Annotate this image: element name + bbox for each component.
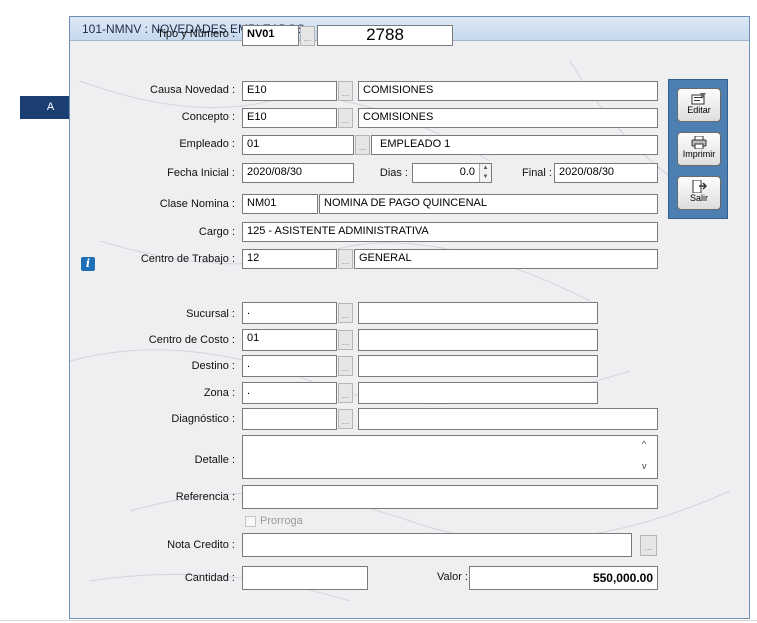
concepto-lookup-button[interactable]: ...	[338, 108, 353, 128]
cargo-field[interactable]: 125 - ASISTENTE ADMINISTRATIVA	[242, 222, 658, 242]
dias-value: 0.0	[459, 166, 475, 178]
zona-desc-field	[358, 382, 598, 404]
imprimir-button[interactable]: Imprimir	[677, 132, 721, 166]
destino-desc-field	[358, 355, 598, 377]
centro-costo-codigo-field[interactable]: 01	[242, 329, 337, 351]
imprimir-label: Imprimir	[682, 149, 716, 159]
tipo-numero-label: Tipo y Número :	[157, 28, 235, 40]
salir-button[interactable]: Salir	[677, 176, 721, 210]
concepto-label: Concepto :	[181, 111, 235, 123]
edit-icon	[691, 93, 706, 105]
centro-costo-desc-field	[358, 329, 598, 351]
destino-lookup-button[interactable]: ...	[338, 356, 353, 376]
detalle-textarea[interactable]	[242, 435, 658, 479]
sucursal-codigo-field[interactable]: .	[242, 302, 337, 324]
scroll-up-icon[interactable]: ^	[642, 439, 646, 449]
causa-novedad-label: Causa Novedad :	[150, 84, 235, 96]
empleado-label: Empleado :	[179, 138, 235, 150]
empleado-lookup-button[interactable]: ...	[355, 135, 370, 155]
diagnostico-label: Diagnóstico :	[171, 413, 235, 425]
zona-lookup-button[interactable]: ...	[338, 383, 353, 403]
editar-button[interactable]: Editar	[677, 88, 721, 122]
valor-label: Valor :	[437, 571, 468, 583]
empleado-desc-field: EMPLEADO 1	[371, 135, 658, 155]
spin-up-icon[interactable]: ▲	[480, 164, 491, 173]
exit-door-icon	[692, 180, 707, 193]
clase-codigo-field[interactable]: NM01	[242, 194, 318, 214]
tipo-lookup-button[interactable]: ...	[300, 26, 315, 46]
callout-a-label: A	[46, 101, 55, 113]
concepto-codigo-field[interactable]: E10	[242, 108, 337, 128]
cantidad-label: Cantidad :	[184, 572, 235, 584]
sucursal-label: Sucursal :	[186, 308, 235, 320]
zona-label: Zona :	[203, 387, 235, 399]
centro-costo-label: Centro de Costo :	[148, 334, 235, 346]
cargo-label: Cargo :	[198, 226, 235, 238]
nota-credito-field[interactable]	[242, 533, 632, 557]
tipo-field[interactable]: NV01	[242, 25, 299, 46]
novedades-window: 101-NMNV : NOVEDADES EMPLEADOS Tipo y Nú…	[69, 16, 750, 619]
printer-icon	[691, 136, 707, 149]
bottom-divider	[0, 620, 757, 621]
prorroga-checkbox[interactable]	[245, 516, 256, 527]
salir-label: Salir	[689, 193, 708, 203]
zona-codigo-field[interactable]: .	[242, 382, 337, 404]
dias-field[interactable]: 0.0 ▲ ▼	[412, 163, 492, 183]
editar-label: Editar	[687, 105, 711, 115]
diagnostico-desc-field	[358, 408, 658, 430]
referencia-label: Referencia :	[175, 491, 235, 503]
spin-down-icon[interactable]: ▼	[480, 173, 491, 182]
numero-field[interactable]: 2788	[317, 25, 453, 46]
centro-trabajo-lookup-button[interactable]: ...	[338, 249, 353, 269]
dias-spinner[interactable]: ▲ ▼	[479, 164, 491, 182]
centro-costo-lookup-button[interactable]: ...	[338, 330, 353, 350]
causa-codigo-field[interactable]: E10	[242, 81, 337, 101]
centro-trabajo-desc-field: GENERAL	[354, 249, 658, 269]
sucursal-lookup-button[interactable]: ...	[338, 303, 353, 323]
valor-field[interactable]: 550,000.00	[469, 566, 658, 590]
sucursal-desc-field	[358, 302, 598, 324]
concepto-desc-field: COMISIONES	[358, 108, 658, 128]
centro-trabajo-codigo-field[interactable]: 12	[242, 249, 337, 269]
destino-codigo-field[interactable]: .	[242, 355, 337, 377]
cantidad-field[interactable]	[242, 566, 368, 590]
diagnostico-codigo-field[interactable]	[242, 408, 337, 430]
prorroga-label: Prorroga	[260, 515, 303, 527]
referencia-field[interactable]	[242, 485, 658, 509]
causa-lookup-button[interactable]: ...	[338, 81, 353, 101]
nota-credito-lookup-button[interactable]: ...	[640, 535, 657, 556]
diagnostico-lookup-button[interactable]: ...	[338, 409, 353, 429]
fecha-inicial-label: Fecha Inicial :	[167, 167, 235, 179]
dias-label: Dias :	[379, 167, 408, 179]
action-toolbar: Editar Imprimir Salir	[668, 79, 728, 219]
final-label: Final :	[522, 167, 552, 179]
centro-trabajo-label: Centro de Trabajo :	[140, 253, 235, 265]
scroll-down-icon[interactable]: v	[642, 461, 647, 471]
destino-label: Destino :	[191, 360, 235, 372]
detalle-label: Detalle :	[194, 454, 235, 466]
causa-desc-field: COMISIONES	[358, 81, 658, 101]
clase-nomina-label: Clase Nomina :	[159, 198, 235, 210]
fecha-final-field[interactable]: 2020/08/30	[554, 163, 658, 183]
fecha-inicial-field[interactable]: 2020/08/30	[242, 163, 354, 183]
empleado-codigo-field[interactable]: 01	[242, 135, 354, 155]
nota-credito-label: Nota Credito :	[167, 539, 235, 551]
clase-desc-field: NOMINA DE PAGO QUINCENAL	[319, 194, 658, 214]
